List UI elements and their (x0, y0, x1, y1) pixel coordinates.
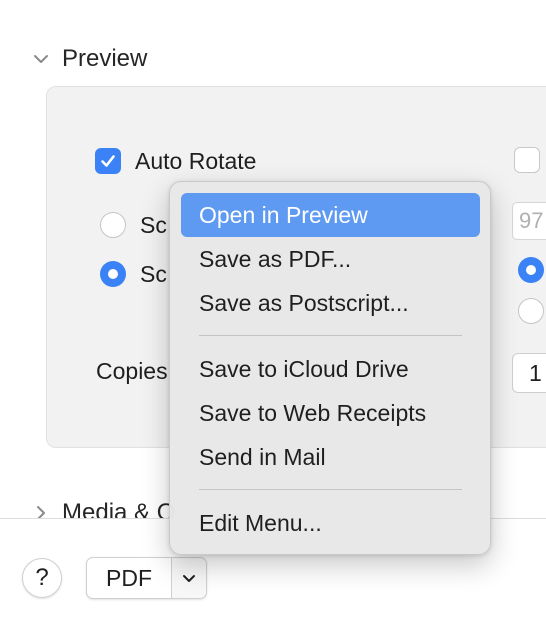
scale-radio-2[interactable] (100, 261, 126, 287)
auto-rotate-checkbox[interactable] (95, 148, 121, 174)
menu-separator (199, 489, 462, 490)
menu-item-save-to-web-receipts[interactable]: Save to Web Receipts (181, 391, 480, 435)
menu-separator (199, 335, 462, 336)
menu-item-save-as-pdf[interactable]: Save as PDF... (181, 237, 480, 281)
right-radio-1[interactable] (518, 257, 544, 283)
auto-rotate-row[interactable]: Auto Rotate (95, 146, 256, 176)
pdf-dropdown-menu: Open in Preview Save as PDF... Save as P… (169, 181, 491, 555)
checkmark-icon (101, 155, 115, 167)
menu-item-send-in-mail[interactable]: Send in Mail (181, 435, 480, 479)
auto-rotate-label: Auto Rotate (135, 147, 257, 174)
menu-item-open-in-preview[interactable]: Open in Preview (181, 193, 480, 237)
menu-item-save-as-postscript[interactable]: Save as Postscript... (181, 281, 480, 325)
copies-field[interactable]: 1 (512, 353, 546, 393)
pdf-dropdown-arrow[interactable] (171, 558, 206, 598)
scale-option-1-label: Sc (140, 211, 167, 238)
menu-item-save-to-icloud-drive[interactable]: Save to iCloud Drive (181, 347, 480, 391)
menu-item-edit-menu[interactable]: Edit Menu... (181, 501, 480, 545)
copies-label: Copies (96, 358, 168, 384)
preview-section-title: Preview (62, 45, 148, 72)
scale-radio-1[interactable] (100, 212, 126, 238)
help-icon: ? (35, 564, 49, 591)
right-checkbox[interactable] (514, 147, 540, 173)
scale-number-field[interactable]: 97 (512, 202, 546, 240)
preview-section-header[interactable]: Preview (30, 42, 147, 76)
scale-option-1[interactable]: Sc (100, 210, 167, 240)
pdf-menu-button[interactable]: PDF (86, 557, 207, 599)
chevron-down-icon[interactable] (30, 48, 52, 70)
scale-option-2-label: Sc (140, 260, 167, 287)
right-radio-2[interactable] (518, 298, 544, 324)
help-button[interactable]: ? (22, 558, 62, 598)
scale-option-2[interactable]: Sc (100, 259, 167, 289)
pdf-button[interactable]: PDF (87, 558, 171, 598)
print-dialog: Preview Auto Rotate Sc Sc 97 Copies 1 Me… (0, 0, 546, 626)
chevron-down-icon (183, 574, 195, 582)
